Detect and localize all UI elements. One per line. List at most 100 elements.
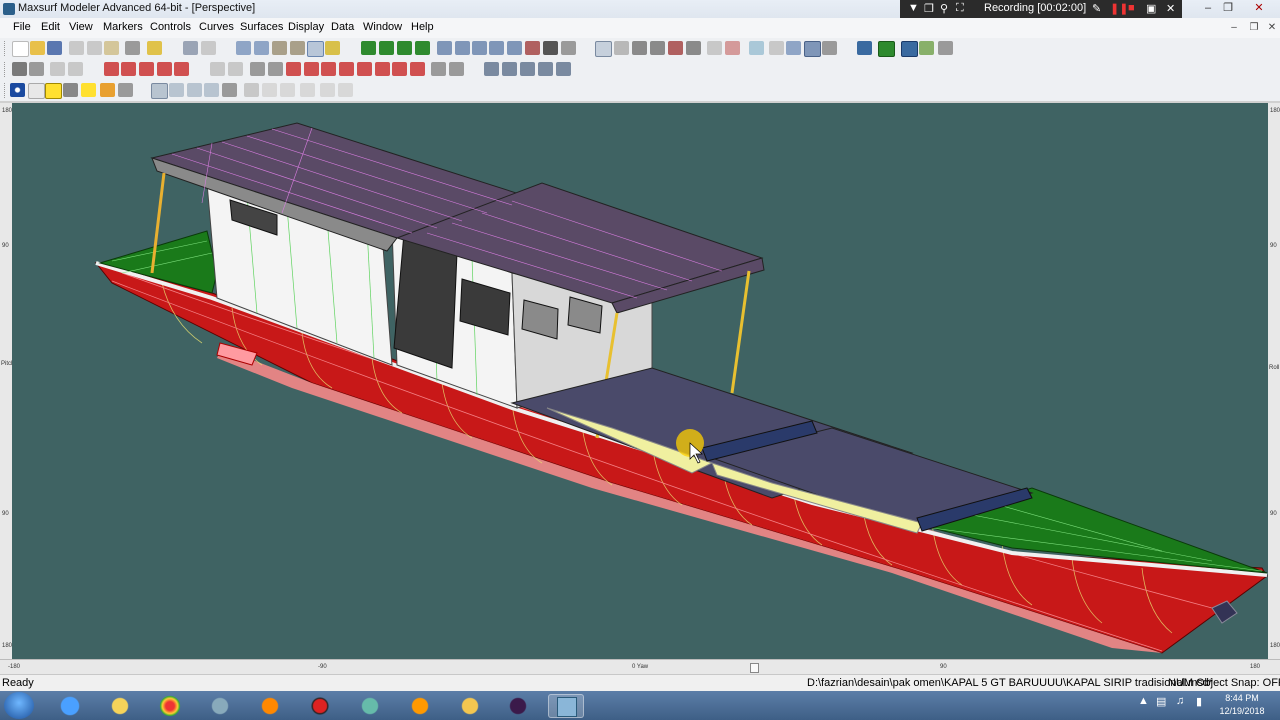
layout-icon-1[interactable] bbox=[437, 41, 452, 55]
save-icon[interactable] bbox=[47, 41, 62, 55]
marker-icon-2[interactable] bbox=[632, 41, 647, 55]
point-icon-1[interactable] bbox=[50, 62, 65, 76]
group-icon-4[interactable] bbox=[538, 62, 553, 76]
transform-icon-6[interactable] bbox=[375, 62, 390, 76]
menu-data[interactable]: Data bbox=[331, 21, 354, 33]
mdi-minimize-icon[interactable]: – bbox=[1226, 20, 1242, 36]
layout-icon-5[interactable] bbox=[507, 41, 522, 55]
autodesk-icon[interactable] bbox=[352, 694, 388, 718]
maximize-icon[interactable]: ❐ bbox=[1218, 1, 1238, 16]
media-recorder-icon[interactable] bbox=[302, 694, 338, 718]
display-icon-11[interactable] bbox=[338, 83, 353, 97]
close-icon[interactable]: ✕ bbox=[1240, 1, 1278, 16]
curve-icon-4[interactable] bbox=[157, 62, 172, 76]
display-icon-10[interactable] bbox=[320, 83, 335, 97]
menu-view[interactable]: View bbox=[69, 21, 93, 33]
display-icon-9[interactable] bbox=[300, 83, 315, 97]
mirror-icon[interactable] bbox=[449, 62, 464, 76]
transform-icon-7[interactable] bbox=[392, 62, 407, 76]
dropdown-icon[interactable]: ▼ bbox=[908, 2, 919, 14]
calc-icon[interactable] bbox=[561, 41, 576, 55]
minimize-icon[interactable]: – bbox=[1198, 1, 1218, 16]
tray-network-icon[interactable]: ▤ bbox=[1156, 695, 1166, 708]
menu-window[interactable]: Window bbox=[363, 21, 402, 33]
marker-icon-1[interactable] bbox=[614, 41, 629, 55]
transform-icon-5[interactable] bbox=[357, 62, 372, 76]
grid-icon-3[interactable] bbox=[749, 41, 764, 55]
view-profile-icon[interactable] bbox=[397, 41, 412, 55]
new-file-icon[interactable] bbox=[12, 41, 29, 57]
grid-icon-5[interactable] bbox=[786, 41, 801, 55]
firefox-icon[interactable] bbox=[252, 694, 288, 718]
rotate-view-icon[interactable] bbox=[307, 41, 324, 57]
paste-icon[interactable] bbox=[104, 41, 119, 55]
transform-icon-8[interactable] bbox=[410, 62, 425, 76]
tool-icon[interactable] bbox=[118, 83, 133, 97]
curve-icon-1[interactable] bbox=[104, 62, 119, 76]
zoom-out-icon[interactable] bbox=[254, 41, 269, 55]
transform-icon-2[interactable] bbox=[304, 62, 319, 76]
display-icon-8[interactable] bbox=[280, 83, 295, 97]
wireframe-icon[interactable] bbox=[28, 83, 45, 99]
display-icon-5[interactable] bbox=[222, 83, 237, 97]
shade-icon[interactable] bbox=[10, 83, 25, 97]
start-button[interactable] bbox=[4, 692, 34, 719]
arrow-icon[interactable] bbox=[63, 83, 78, 97]
highlight-icon-2[interactable] bbox=[81, 83, 96, 97]
render-icon-4[interactable] bbox=[919, 41, 934, 55]
render-icon-2[interactable] bbox=[878, 41, 895, 57]
ruler-left[interactable]: 180 90 Pitch 90 180 bbox=[0, 103, 14, 659]
ruler-right[interactable]: 180 90 Roll 90 180 bbox=[1268, 103, 1280, 659]
point-icon-2[interactable] bbox=[68, 62, 83, 76]
surface-icon-2[interactable] bbox=[228, 62, 243, 76]
display-icon-3[interactable] bbox=[187, 83, 202, 97]
surface-icon-4[interactable] bbox=[268, 62, 283, 76]
mdi-close-icon[interactable]: ✕ bbox=[1264, 20, 1280, 36]
view-plan-icon[interactable] bbox=[379, 41, 394, 55]
crop-icon[interactable]: ⛶ bbox=[956, 2, 964, 15]
internet-explorer-icon[interactable] bbox=[52, 694, 88, 718]
cut-icon[interactable] bbox=[69, 41, 84, 55]
marker-icon-4[interactable] bbox=[668, 41, 683, 55]
grid-icon-6[interactable] bbox=[804, 41, 821, 57]
flip-icon[interactable] bbox=[431, 62, 446, 76]
premiere-icon[interactable] bbox=[500, 694, 536, 718]
menu-markers[interactable]: Markers bbox=[103, 21, 143, 33]
display-icon-6[interactable] bbox=[244, 83, 259, 97]
marker-icon-3[interactable] bbox=[650, 41, 665, 55]
layout-icon-4[interactable] bbox=[489, 41, 504, 55]
layout-icon-2[interactable] bbox=[455, 41, 470, 55]
layout-icon-3[interactable] bbox=[472, 41, 487, 55]
pan-icon[interactable] bbox=[272, 41, 287, 55]
grid-icon-1[interactable] bbox=[707, 41, 722, 55]
surface-icon-1[interactable] bbox=[210, 62, 225, 76]
group-icon-5[interactable] bbox=[556, 62, 571, 76]
maxsurf-taskbar-icon[interactable] bbox=[548, 694, 584, 718]
menu-curves[interactable]: Curves bbox=[199, 21, 234, 33]
tray-power-icon[interactable]: ▮ bbox=[1196, 695, 1202, 708]
pen-icon[interactable]: ✎ bbox=[1092, 2, 1101, 15]
grid-icon-2[interactable] bbox=[725, 41, 740, 55]
mdi-restore-icon[interactable]: ❐ bbox=[1246, 20, 1262, 36]
render-icon-5[interactable] bbox=[938, 41, 953, 55]
view-body-plan-icon[interactable] bbox=[361, 41, 376, 55]
menu-surfaces[interactable]: Surfaces bbox=[240, 21, 283, 33]
table-icon[interactable] bbox=[543, 41, 558, 55]
render-icon-3[interactable] bbox=[901, 41, 918, 57]
display-icon-7[interactable] bbox=[262, 83, 277, 97]
display-icon-4[interactable] bbox=[204, 83, 219, 97]
graph-icon[interactable] bbox=[525, 41, 540, 55]
render-icon-1[interactable] bbox=[857, 41, 872, 55]
window-icon[interactable]: ❐ bbox=[924, 2, 934, 15]
transform-icon-1[interactable] bbox=[286, 62, 301, 76]
chrome-icon[interactable] bbox=[152, 694, 188, 718]
copy-icon[interactable] bbox=[87, 41, 102, 55]
group-icon-3[interactable] bbox=[520, 62, 535, 76]
zoom-in-icon[interactable] bbox=[236, 41, 251, 55]
file-manager-icon[interactable] bbox=[102, 694, 138, 718]
menu-display[interactable]: Display bbox=[288, 21, 324, 33]
home-view-icon[interactable] bbox=[290, 41, 305, 55]
tray-arrow-icon[interactable]: ▲ bbox=[1138, 695, 1149, 707]
recording-close-icon[interactable]: ✕ bbox=[1166, 2, 1175, 15]
stop-icon[interactable]: ■ bbox=[1128, 2, 1135, 14]
